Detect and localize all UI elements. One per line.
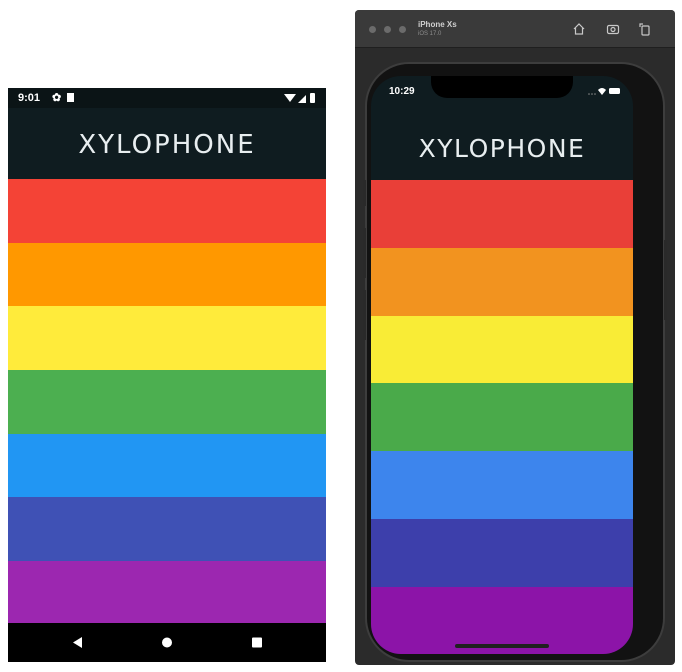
xylophone-key-7[interactable] <box>8 561 326 625</box>
xylophone-keys <box>8 179 326 625</box>
mute-switch <box>363 180 366 206</box>
simulator-toolbar: iPhone Xs iOS 17.0 <box>355 10 675 48</box>
xylophone-key-6[interactable] <box>8 497 326 562</box>
app-title: XYLOPHONE <box>418 134 586 163</box>
screenshot-icon[interactable] <box>605 21 621 37</box>
device-name: iPhone Xs <box>418 20 457 29</box>
home-indicator[interactable] <box>455 644 549 648</box>
notch <box>431 76 573 98</box>
android-status-bar: 9:01 ✿ <box>8 88 326 108</box>
xylophone-key-6[interactable] <box>371 518 633 587</box>
side-power-button <box>664 240 667 320</box>
sd-card-icon <box>67 93 74 102</box>
xylophone-key-1[interactable] <box>8 179 326 243</box>
xylophone-key-5[interactable] <box>8 433 326 498</box>
xylophone-key-2[interactable] <box>371 247 633 316</box>
status-indicators <box>588 88 620 95</box>
volume-down-button <box>363 290 366 340</box>
battery-icon <box>609 88 620 94</box>
home-icon[interactable] <box>571 21 587 37</box>
os-version: iOS 17.0 <box>418 31 442 37</box>
rotate-icon[interactable] <box>637 21 653 37</box>
home-icon[interactable] <box>142 623 192 662</box>
xylophone-key-2[interactable] <box>8 242 326 307</box>
xylophone-key-5[interactable] <box>371 451 633 519</box>
android-emulator-screen: 9:01 ✿ XYLOPHONE <box>8 88 326 662</box>
xylophone-key-4[interactable] <box>371 383 633 452</box>
xylophone-key-4[interactable] <box>8 370 326 434</box>
wifi-icon <box>598 88 606 95</box>
battery-icon <box>310 93 315 103</box>
status-time: 9:01 <box>18 92 41 104</box>
minimize-window-button[interactable] <box>384 26 391 33</box>
ios-simulator-window: iPhone Xs iOS 17.0 10:29 XYLOPHONE <box>355 10 675 665</box>
wifi-icon <box>284 94 296 102</box>
xylophone-key-1[interactable] <box>371 180 633 248</box>
status-time: 10:29 <box>389 86 415 97</box>
back-icon[interactable] <box>52 623 102 662</box>
xylophone-key-3[interactable] <box>8 306 326 371</box>
volume-up-button <box>363 228 366 278</box>
status-indicators <box>284 93 315 103</box>
recents-icon[interactable] <box>232 623 282 662</box>
signal-icon <box>298 95 306 103</box>
close-window-button[interactable] <box>369 26 376 33</box>
ios-screen: 10:29 XYLOPHONE <box>371 76 633 654</box>
app-title: XYLOPHONE <box>78 130 256 160</box>
android-nav-bar <box>8 623 326 662</box>
xylophone-keys <box>371 180 633 654</box>
zoom-window-button[interactable] <box>399 26 406 33</box>
xylophone-key-3[interactable] <box>371 315 633 384</box>
gear-icon: ✿ <box>52 92 62 104</box>
